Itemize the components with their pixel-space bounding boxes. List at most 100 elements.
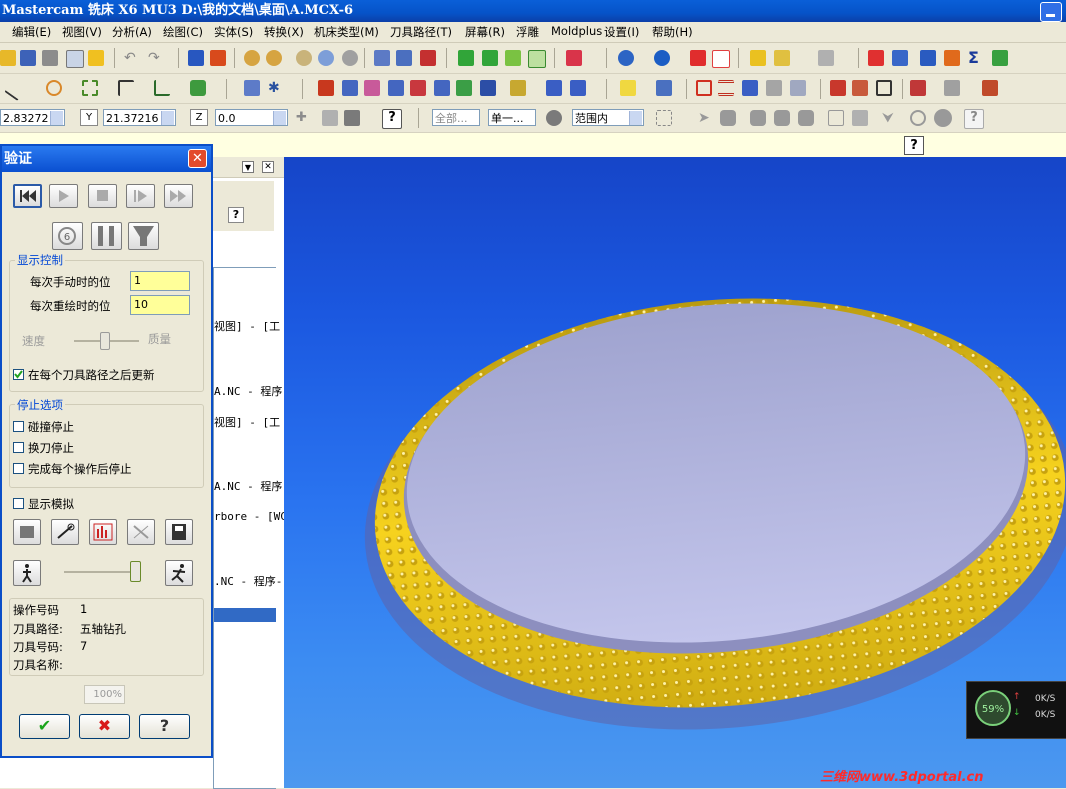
help-button[interactable]: ? [139, 714, 190, 739]
menu-analyze[interactable]: 分析(A) [112, 24, 152, 40]
circle-grey-icon[interactable] [934, 109, 952, 127]
save-icon[interactable] [20, 50, 36, 66]
run-icon[interactable] [165, 560, 193, 586]
cut-icon[interactable] [88, 50, 104, 66]
solid-icon[interactable] [790, 80, 806, 96]
verify-icon[interactable] [944, 80, 960, 96]
z-label[interactable]: Z [190, 109, 208, 126]
break-icon[interactable]: ✱ [268, 80, 284, 96]
operation-line[interactable]: 视图] - [工 [214, 414, 280, 430]
back-face-icon[interactable] [828, 110, 844, 126]
pencil-icon[interactable] [750, 50, 766, 66]
stop-toolchange-checkbox[interactable] [13, 442, 24, 453]
print-preview-icon[interactable] [66, 50, 84, 68]
window-select-icon[interactable] [656, 110, 672, 126]
operation-line[interactable]: .NC - 程序- [214, 573, 282, 589]
panel-close-icon[interactable]: ✕ [262, 161, 274, 173]
menu-edit[interactable]: 编辑(E) [12, 24, 51, 40]
blank-icon[interactable] [396, 50, 412, 66]
menu-toolpaths[interactable]: 刀具路径(T) [390, 24, 452, 40]
hide-icon[interactable] [420, 50, 436, 66]
translate-icon[interactable] [318, 80, 334, 96]
regen-icon[interactable] [210, 50, 226, 66]
display-tool-button[interactable] [91, 222, 122, 250]
selected-row[interactable] [214, 608, 276, 622]
steps-input[interactable]: 1 [130, 271, 190, 291]
stop-button[interactable] [88, 184, 117, 208]
planes-icon[interactable] [618, 50, 634, 66]
menu-solids[interactable]: 实体(S) [214, 24, 253, 40]
speed-slider-thumb[interactable] [100, 332, 110, 350]
show-sim-checkbox[interactable] [13, 498, 24, 509]
wand-icon[interactable] [774, 50, 790, 66]
mirror-icon[interactable] [364, 80, 380, 96]
circle-icon[interactable] [46, 80, 62, 96]
tool-settings-button[interactable] [51, 519, 79, 545]
project-icon[interactable] [434, 80, 450, 96]
rotate-icon[interactable] [342, 80, 358, 96]
autocursor-icon[interactable] [322, 110, 338, 126]
select-icon[interactable] [188, 50, 204, 66]
step-button[interactable] [126, 184, 155, 208]
sim-speed-track[interactable] [64, 571, 136, 573]
open-icon[interactable] [0, 50, 16, 66]
add-in-icon[interactable] [992, 50, 1008, 66]
range-select[interactable]: 范围内 [572, 109, 644, 126]
sigma-icon[interactable]: Σ [968, 50, 984, 66]
toolpath-icon[interactable] [830, 80, 846, 96]
zoom-out-icon[interactable] [342, 50, 358, 66]
view-iso-icon[interactable] [528, 50, 546, 68]
menu-settings[interactable]: 设置(I) [604, 24, 639, 40]
chart-button[interactable] [89, 519, 117, 545]
view-front-icon[interactable] [482, 50, 498, 66]
grid-icon[interactable] [546, 80, 562, 96]
dialog-close-button[interactable]: ✕ [188, 149, 207, 168]
reset-button[interactable]: 6 [52, 222, 83, 250]
view-top-icon[interactable] [458, 50, 474, 66]
post-icon[interactable] [982, 80, 998, 96]
print-icon[interactable] [42, 50, 58, 66]
view-right-icon[interactable] [505, 50, 521, 66]
filter-all-field[interactable]: 全部... [432, 109, 480, 126]
fast-forward-button[interactable] [164, 184, 193, 208]
save-stl-button[interactable] [165, 519, 193, 545]
point-icon[interactable] [82, 80, 98, 96]
offset-icon[interactable] [410, 80, 426, 96]
pen-grey-icon[interactable] [818, 50, 834, 66]
scale-icon[interactable] [388, 80, 404, 96]
menu-screen[interactable]: 屏幕(R) [465, 24, 505, 40]
table-icon[interactable] [696, 80, 712, 96]
cube-red-icon[interactable] [690, 50, 706, 66]
verify-select-icon[interactable] [852, 110, 868, 126]
drag-icon[interactable] [480, 80, 496, 96]
section-button[interactable] [127, 519, 155, 545]
fillet-icon[interactable] [118, 80, 134, 96]
opman-help-button[interactable]: ? [228, 207, 244, 223]
help-arrow-icon[interactable] [868, 50, 884, 66]
x-coordinate-field[interactable]: 2.83272 [0, 109, 65, 126]
redraw-input[interactable]: 10 [130, 295, 190, 315]
graphics-viewport[interactable]: 59% ↑ ↓ 0K/S 0K/S 三维网www.3dportal.cn [284, 157, 1066, 788]
operation-tree[interactable]: 视图] - [工 A.NC - 程序 视图] - [工 A.NC - 程序 rb… [213, 267, 287, 789]
line-icon[interactable] [4, 77, 28, 101]
shade-icon[interactable] [566, 50, 582, 66]
z-coordinate-field[interactable]: 0.0 [215, 109, 288, 126]
zoom-target-icon[interactable] [318, 50, 334, 66]
zoom-in-icon[interactable] [296, 50, 312, 66]
edit-surface-icon[interactable] [766, 80, 782, 96]
menu-xform[interactable]: 转换(X) [264, 24, 304, 40]
array-icon[interactable] [456, 80, 472, 96]
fit-icon[interactable] [244, 50, 260, 66]
no-icon[interactable] [910, 110, 926, 126]
stop-after-op-checkbox[interactable] [13, 463, 24, 474]
note-icon[interactable] [570, 80, 586, 96]
operation-line[interactable]: A.NC - 程序 [214, 383, 282, 399]
select-single-field[interactable]: 单一... [488, 109, 536, 126]
help-button[interactable]: ? [382, 109, 402, 129]
menu-create[interactable]: 绘图(C) [163, 24, 203, 40]
cube-outline-icon[interactable] [712, 50, 730, 68]
trim-icon[interactable] [244, 80, 260, 96]
cancel-button[interactable]: ✖ [79, 714, 130, 739]
edge-select-icon[interactable] [774, 110, 790, 126]
dimension-icon[interactable] [510, 80, 526, 96]
